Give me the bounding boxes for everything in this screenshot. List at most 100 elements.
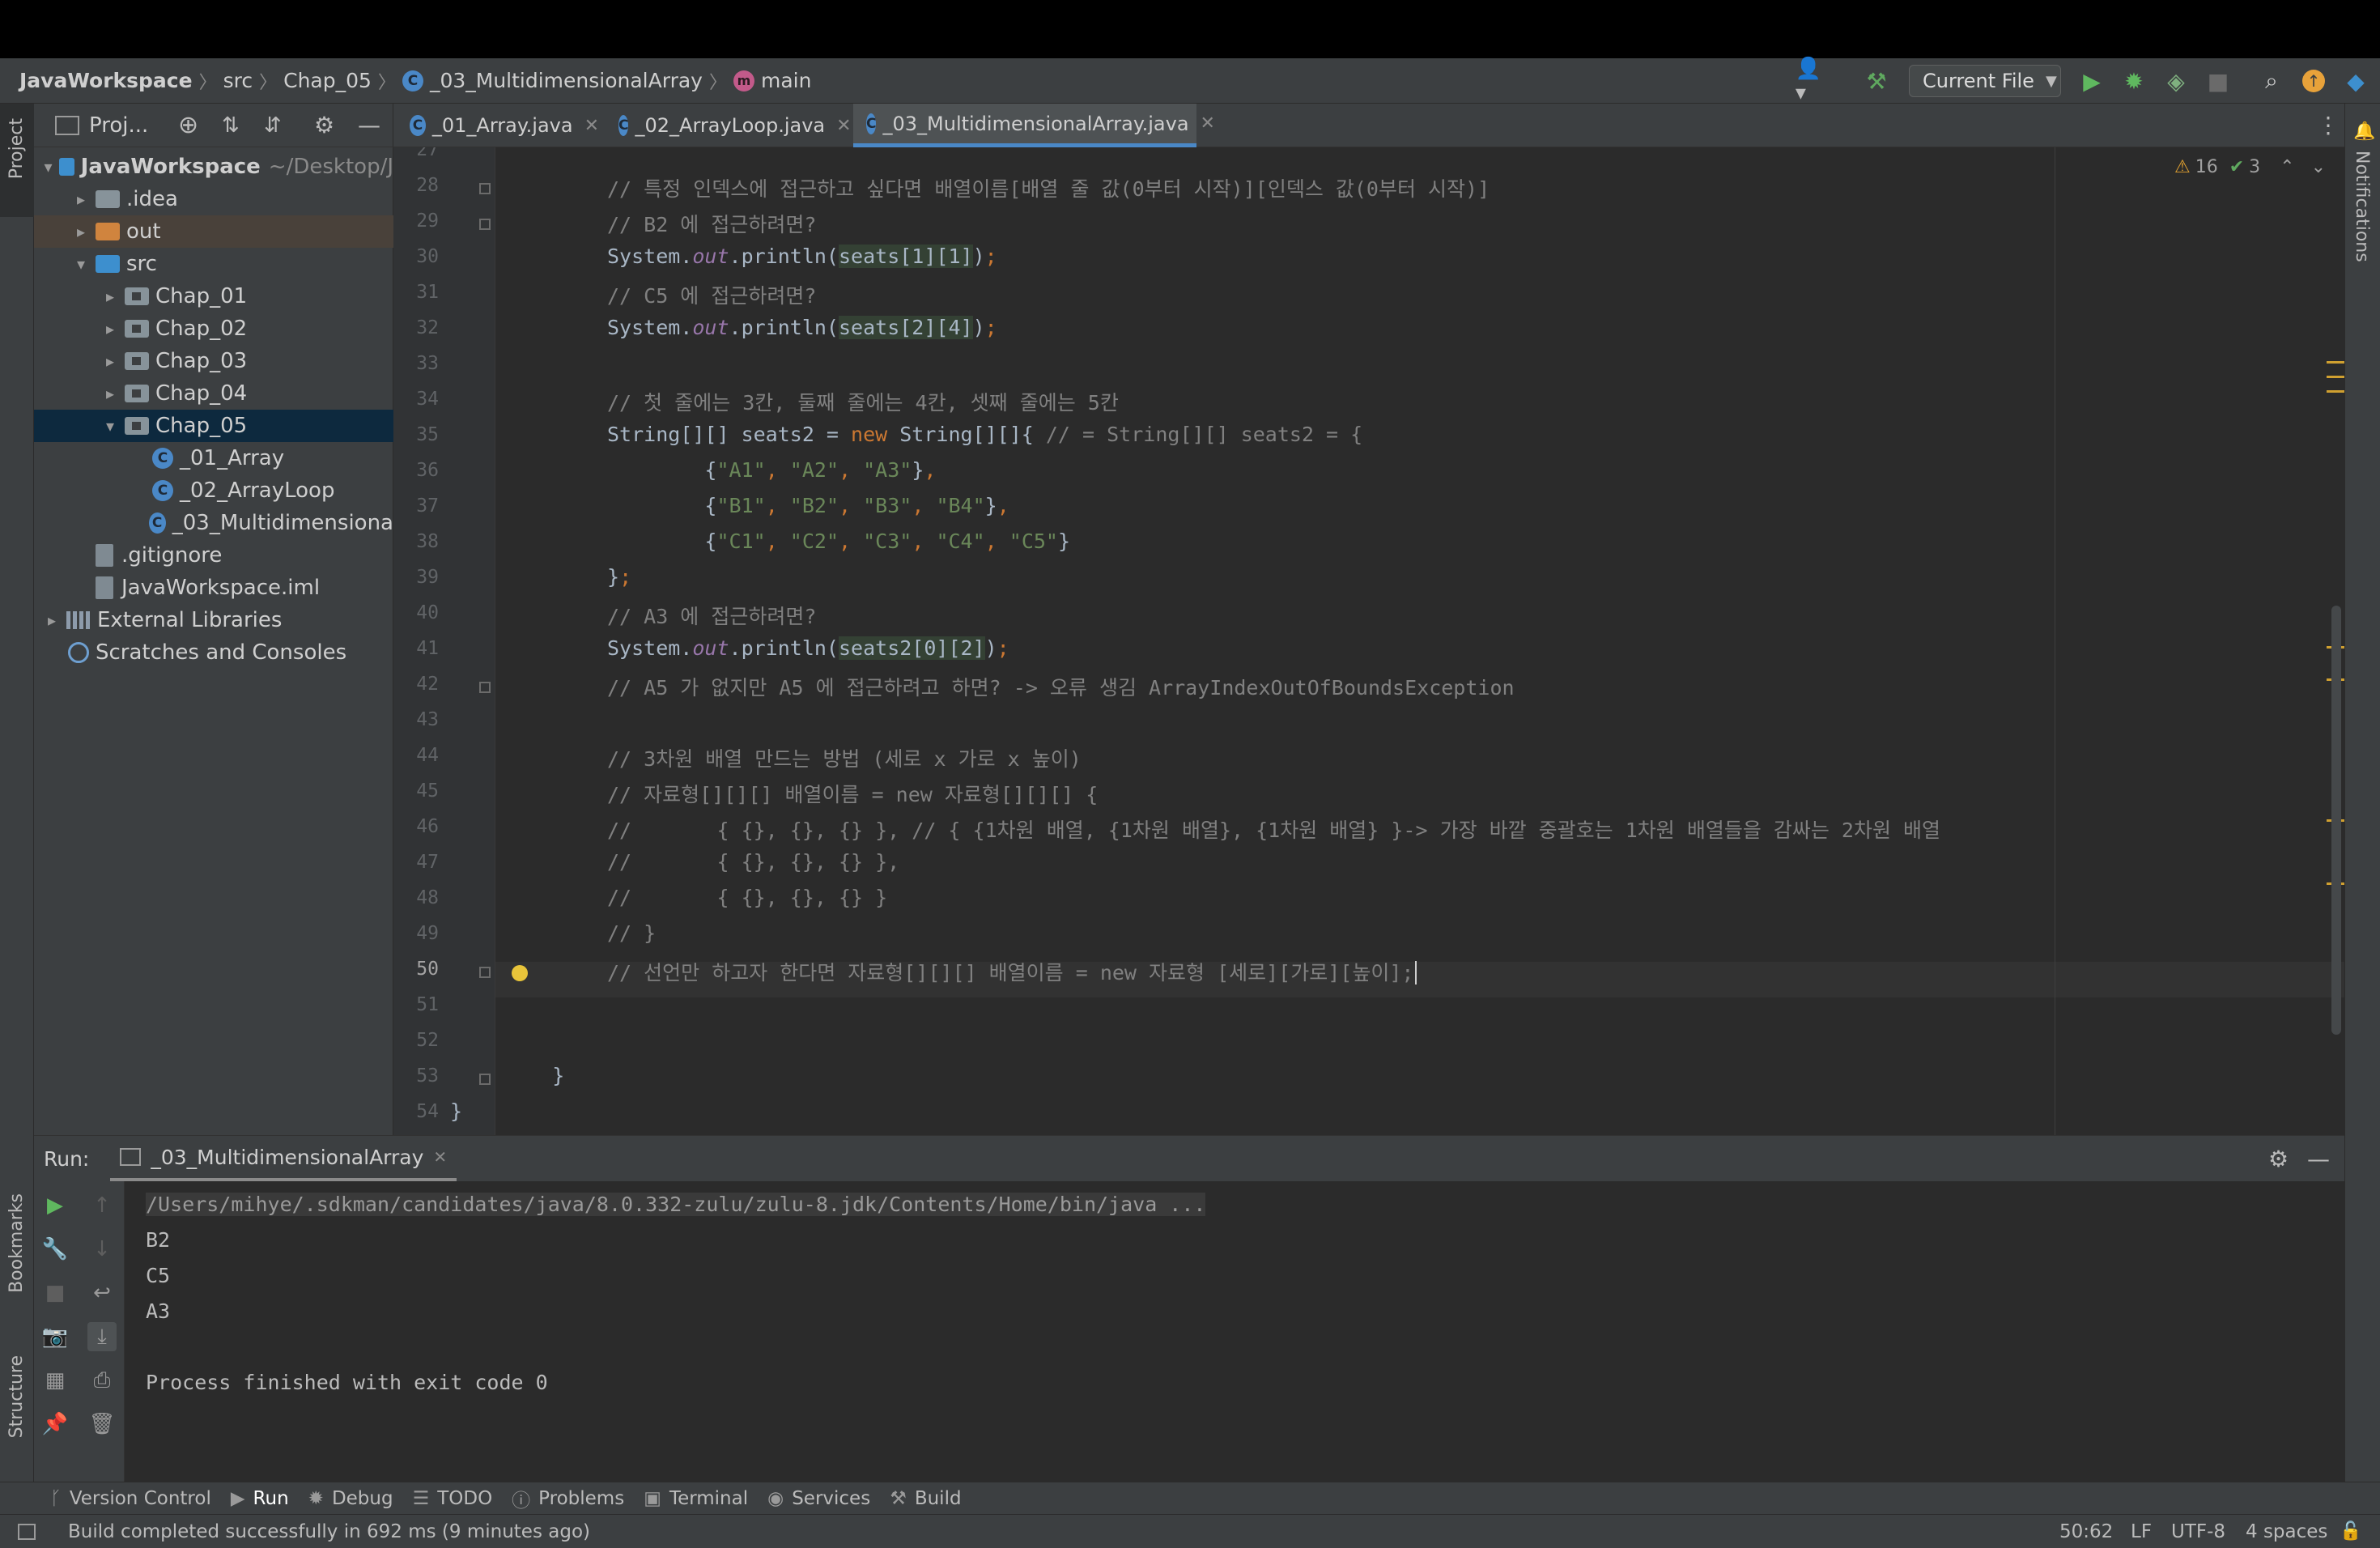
editor-scrollbar[interactable]: [2331, 606, 2341, 1035]
chevron-right-icon[interactable]: ▸: [100, 319, 120, 338]
build-hammer-icon[interactable]: ⚒: [1864, 68, 1889, 95]
locate-icon[interactable]: ⊕: [178, 111, 198, 139]
minimize-icon[interactable]: —: [358, 112, 380, 138]
run-tab[interactable]: _03_MultidimensionalArray ✕: [110, 1136, 457, 1181]
tab-03-multidimensionalarray[interactable]: C _03_MultidimensionalArray.java ✕: [853, 104, 1215, 147]
run-configuration-select[interactable]: Current File ▼: [1909, 65, 2061, 97]
minimize-icon[interactable]: —: [2307, 1146, 2330, 1172]
status-message[interactable]: Build completed successfully in 692 ms (…: [68, 1521, 590, 1542]
file-encoding[interactable]: UTF-8: [2171, 1521, 2225, 1542]
notifications-bell-icon[interactable]: 🔔: [2353, 121, 2375, 142]
chevron-right-icon[interactable]: ▸: [71, 222, 91, 241]
print-icon[interactable]: ⎙: [87, 1366, 117, 1395]
debug-bug-icon[interactable]: ✹: [2121, 68, 2147, 95]
tool-window-services[interactable]: ◉ Services: [767, 1488, 870, 1509]
update-icon[interactable]: ↑: [2301, 68, 2327, 94]
tool-window-debug[interactable]: ✹ Debug: [308, 1488, 393, 1509]
arrow-down-icon[interactable]: ↓: [87, 1235, 117, 1264]
tree-item-src[interactable]: ▾ src: [34, 248, 393, 280]
fold-marker-icon[interactable]: [479, 1074, 491, 1085]
rerun-icon[interactable]: ▶: [40, 1191, 70, 1220]
tree-item-javaworkspace[interactable]: ▾ JavaWorkspace ~/Desktop/J: [34, 151, 393, 183]
structure-tool-button[interactable]: Structure: [6, 1355, 27, 1438]
more-options-icon[interactable]: ⋮: [2317, 112, 2340, 138]
tool-window-build[interactable]: ⚒ Build: [890, 1488, 961, 1509]
tree-item-javaworkspace-iml[interactable]: JavaWorkspace.iml: [34, 572, 393, 604]
tree-item-01-array[interactable]: C _01_Array: [34, 442, 393, 474]
gear-icon[interactable]: ⚙: [314, 112, 334, 138]
lightbulb-icon[interactable]: [512, 965, 528, 981]
error-stripe-mark[interactable]: [2327, 361, 2344, 364]
search-icon[interactable]: ⌕: [2259, 67, 2284, 94]
tab-02-arrayloop[interactable]: C _02_ArrayLoop.java ✕: [606, 104, 852, 147]
chevron-down-icon[interactable]: ⌄: [2311, 157, 2326, 177]
breadcrumb-method[interactable]: main: [761, 69, 811, 92]
close-icon[interactable]: ✕: [1201, 113, 1215, 134]
chevron-right-icon[interactable]: ▸: [71, 189, 91, 209]
project-tool-button[interactable]: Project: [0, 104, 34, 217]
tab-01-array[interactable]: C _01_Array.java ✕: [397, 104, 599, 147]
breadcrumb-project[interactable]: JavaWorkspace: [19, 69, 193, 92]
project-view-selector[interactable]: Proj...: [89, 113, 148, 138]
error-stripe-mark[interactable]: [2327, 376, 2344, 378]
chevron-right-icon[interactable]: ▸: [100, 351, 120, 371]
tree-item-scratches-and-consoles[interactable]: Scratches and Consoles: [34, 636, 393, 669]
fold-marker-icon[interactable]: [479, 967, 491, 978]
trash-icon[interactable]: 🗑: [87, 1410, 117, 1439]
indent-setting[interactable]: 4 spaces: [2246, 1521, 2327, 1542]
soft-wrap-icon[interactable]: ↩: [87, 1278, 117, 1308]
tool-window-problems[interactable]: ⓘ Problems: [512, 1485, 624, 1512]
tree-item-chap-02[interactable]: ▸ Chap_02: [34, 313, 393, 345]
chevron-right-icon[interactable]: ▸: [42, 610, 62, 630]
fold-marker-icon[interactable]: [479, 682, 491, 693]
tree-item-idea[interactable]: ▸ .idea: [34, 183, 393, 215]
line-separator[interactable]: LF: [2131, 1521, 2152, 1542]
chevron-down-icon[interactable]: ▾: [100, 416, 120, 436]
gear-icon[interactable]: ⚙: [2268, 1146, 2289, 1172]
run-icon[interactable]: ▶: [2079, 68, 2105, 95]
close-icon[interactable]: ✕: [584, 116, 599, 136]
user-icon[interactable]: 👤▾: [1796, 57, 1821, 105]
camera-icon[interactable]: 📷: [40, 1322, 70, 1351]
coverage-icon[interactable]: ◈: [2163, 68, 2189, 95]
tree-item-external-libraries[interactable]: ▸ External Libraries: [34, 604, 393, 636]
notifications-tool-button[interactable]: Notifications: [2352, 151, 2372, 262]
fold-marker-icon[interactable]: [479, 183, 491, 194]
editor-gutter[interactable]: 27 28 29 30 31 32 33 34 35 36 37 38 39 40 41 42 43 44 45 46…: [393, 147, 495, 1135]
chevron-up-icon[interactable]: ⌃: [2280, 157, 2294, 177]
tool-window-version-control[interactable]: ᚴ Version Control: [50, 1488, 211, 1509]
arrow-up-icon[interactable]: ↑: [87, 1191, 117, 1220]
pin-icon[interactable]: 📌: [40, 1410, 70, 1439]
tree-item-gitignore[interactable]: .gitignore: [34, 539, 393, 572]
jetbrains-logo-icon[interactable]: ◆: [2343, 68, 2369, 95]
chevron-right-icon[interactable]: ▸: [100, 384, 120, 403]
tree-item-03-multidimensiona[interactable]: C _03_Multidimensiona: [34, 507, 393, 539]
error-stripe-mark[interactable]: [2327, 390, 2344, 393]
chevron-down-icon[interactable]: ▾: [71, 254, 91, 274]
breadcrumb-src[interactable]: src: [223, 69, 253, 92]
collapse-all-icon[interactable]: ⇵: [264, 113, 282, 138]
tool-window-todo[interactable]: ☰ TODO: [413, 1488, 493, 1509]
lock-icon[interactable]: 🔓: [2340, 1521, 2361, 1542]
chevron-right-icon[interactable]: ▸: [100, 287, 120, 306]
breadcrumb-class[interactable]: _03_MultidimensionalArray: [430, 69, 703, 92]
cursor-position[interactable]: 50:62: [2059, 1521, 2113, 1542]
expand-all-icon[interactable]: ⇅: [222, 113, 240, 138]
wrench-icon[interactable]: 🔧: [40, 1235, 70, 1264]
panel-toggle-icon[interactable]: [18, 1523, 36, 1540]
tree-item-out[interactable]: ▸ out: [34, 215, 393, 248]
inspection-widget[interactable]: ⚠ 16 ✔ 3 ⌃ ⌄: [2174, 157, 2326, 177]
close-icon[interactable]: ✕: [836, 116, 851, 136]
tree-item-chap-05[interactable]: ▾ Chap_05: [34, 410, 393, 442]
fold-marker-icon[interactable]: [479, 219, 491, 230]
chevron-down-icon[interactable]: ▾: [42, 157, 54, 176]
layout-icon[interactable]: ▦: [40, 1366, 70, 1395]
code-editor[interactable]: 27 28 29 30 31 32 33 34 35 36 37 38 39 40 41 42 43 44 45 46…: [393, 147, 2344, 1135]
close-icon[interactable]: ✕: [433, 1147, 447, 1167]
stop-icon[interactable]: ■: [40, 1278, 70, 1308]
tree-item-chap-03[interactable]: ▸ Chap_03: [34, 345, 393, 377]
scroll-to-end-icon[interactable]: ⤓: [87, 1322, 117, 1351]
tree-item-chap-01[interactable]: ▸ Chap_01: [34, 280, 393, 313]
bookmarks-tool-button[interactable]: Bookmarks: [6, 1193, 27, 1293]
tool-window-terminal[interactable]: ▣ Terminal: [644, 1488, 748, 1509]
